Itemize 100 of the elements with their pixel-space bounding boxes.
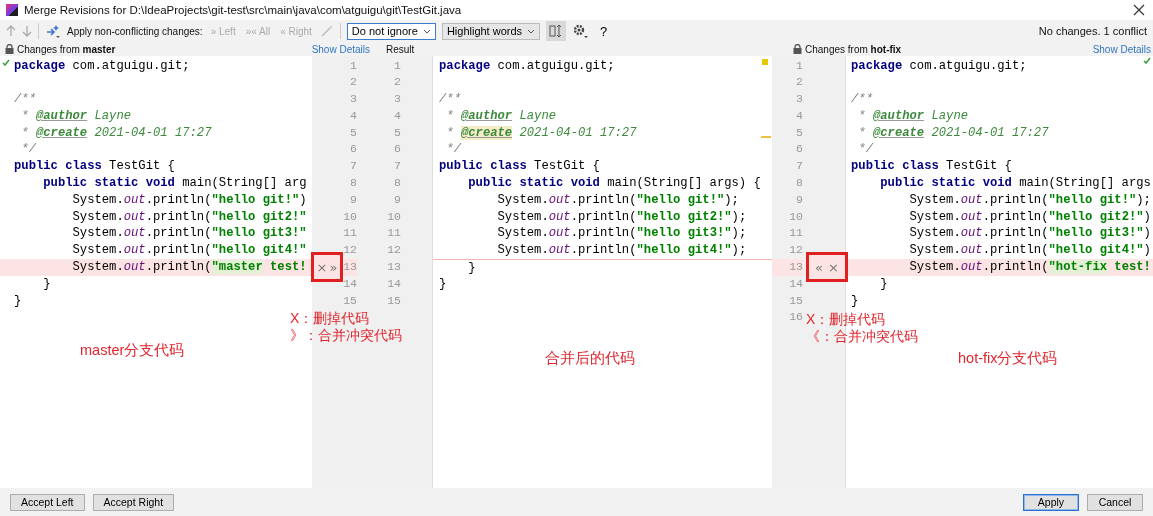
line-number: 6 <box>796 142 803 156</box>
help-button[interactable]: ? <box>594 23 614 39</box>
code-line: } <box>879 276 888 291</box>
line-number: 1 <box>796 58 803 72</box>
line-number: 6 <box>394 142 401 156</box>
code-line: System.out.println("hello git!"); <box>908 192 1151 207</box>
line-number: 15 <box>387 293 401 307</box>
close-icon[interactable] <box>1133 4 1145 16</box>
code-line: /** <box>439 92 461 107</box>
status-text: No changes. 1 conflict <box>1038 25 1147 37</box>
apply-change-button[interactable]: » <box>329 260 338 274</box>
line-number: 9 <box>796 192 803 206</box>
code-line: System.out.println("hello git3!") <box>908 226 1151 241</box>
reject-change-button[interactable]: × <box>316 260 328 274</box>
line-number: 8 <box>350 176 357 190</box>
annotation-text: 《：合并冲突代码 <box>806 328 918 345</box>
annotation-text: 》：合并冲突代码 <box>290 327 402 344</box>
line-number: 5 <box>394 125 401 139</box>
sync-scroll-toggle[interactable] <box>546 21 567 41</box>
code-line: System.out.println("hello git4!"); <box>496 243 747 258</box>
line-number: 11 <box>387 226 401 240</box>
magic-resolve-icon[interactable] <box>45 23 61 39</box>
accept-button[interactable]: Accept Right <box>92 493 175 511</box>
caret-icon <box>422 28 431 34</box>
arrow-down-icon[interactable] <box>22 25 32 37</box>
line-number: 10 <box>789 209 803 223</box>
line-number: 9 <box>350 192 357 206</box>
line-number: 2 <box>796 75 803 89</box>
code-line: System.out.println("hello git!") <box>71 192 307 207</box>
code-line: public class TestGit { <box>851 159 1012 174</box>
code-line: */ <box>20 142 36 157</box>
line-number: 1 <box>350 58 357 72</box>
line-number: 15 <box>343 293 357 307</box>
code-line: * @create 2021-04-01 17:27 <box>20 125 212 140</box>
code-line: package com.atguigu.git; <box>439 58 615 73</box>
reject-change-button[interactable]: × <box>828 260 839 274</box>
line-number: 9 <box>394 192 401 206</box>
line-number: 3 <box>796 92 803 106</box>
pane-header: Changes from hot-fix <box>805 43 902 55</box>
line-number: 3 <box>350 92 357 106</box>
annotation-text: 合并后的代码 <box>545 350 635 367</box>
code-line: * @create 2021-04-01 17:27 <box>857 125 1049 140</box>
line-number: 16 <box>789 310 803 324</box>
line-number: 7 <box>796 159 803 173</box>
line-number: 11 <box>343 226 357 240</box>
code-line: } <box>42 276 51 291</box>
code-line: System.out.println("hello git3!" <box>71 226 307 241</box>
code-line: System.out.println("hello git4!") <box>908 243 1151 258</box>
line-number: 13 <box>343 260 357 274</box>
code-line: System.out.println("hello git2!"); <box>496 209 747 224</box>
code-line: } <box>439 276 447 291</box>
line-number: 4 <box>796 108 803 122</box>
line-number: 13 <box>789 260 803 274</box>
show-details-link[interactable]: Show Details <box>1092 43 1151 55</box>
annotation-text: X：删掉代码 <box>806 311 887 328</box>
line-number: 5 <box>350 125 357 139</box>
line-number: 2 <box>394 75 401 89</box>
line-number: 12 <box>343 243 357 257</box>
code-line: /** <box>14 92 36 107</box>
arrow-up-icon[interactable] <box>6 25 16 37</box>
apply-button[interactable]: Apply <box>1023 493 1079 511</box>
code-line: * @create 2021-04-01 17:27 <box>445 125 637 140</box>
pane-header: Changes from master <box>17 43 116 55</box>
line-number: 10 <box>343 209 357 223</box>
apply-change-button[interactable]: « <box>815 260 824 274</box>
window-title: Merge Revisions for D:\IdeaProjects\git-test\src\main\java\com\atguigu\git\TestGit.java <box>24 4 462 16</box>
code-line: System.out.println("hello git2!") <box>908 209 1151 224</box>
code-line: package com.atguigu.git; <box>851 58 1027 73</box>
code-line: } <box>467 261 476 276</box>
highlight-select[interactable]: Highlight words <box>441 22 541 40</box>
code-line: */ <box>857 142 873 157</box>
code-line: System.out.println("master test! <box>71 260 307 275</box>
code-line: package com.atguigu.git; <box>14 58 190 73</box>
change-marker <box>762 59 768 65</box>
line-number: 10 <box>387 209 401 223</box>
annotation-text: X：删掉代码 <box>290 310 371 327</box>
line-number: 12 <box>789 243 803 257</box>
code-line: public class TestGit { <box>14 159 175 174</box>
lock-icon <box>5 44 14 54</box>
line-number: 6 <box>350 142 357 156</box>
annotation-text: master分支代码 <box>80 342 185 359</box>
line-number: 1 <box>394 58 401 72</box>
show-details-link[interactable]: Show Details <box>311 43 370 55</box>
code-line: public class TestGit { <box>439 159 600 174</box>
settings-icon[interactable] <box>572 23 589 39</box>
code-line: * @author Layne <box>20 108 132 123</box>
code-line: System.out.println("hot-fix test! <box>908 260 1151 275</box>
line-number: 14 <box>343 276 357 290</box>
code-line: /** <box>851 92 873 107</box>
code-line: } <box>851 293 859 308</box>
line-number: 11 <box>789 226 803 240</box>
app-logo-icon <box>6 4 18 16</box>
accept-button[interactable]: Accept Left <box>10 493 85 511</box>
code-line: System.out.println("hello git2!" <box>71 209 307 224</box>
apply-label: Apply non-conflicting changes: <box>67 25 203 37</box>
ignore-select[interactable]: Do not ignore <box>346 22 436 40</box>
line-number: 12 <box>387 243 401 257</box>
code-line: */ <box>445 142 461 157</box>
cancel-button[interactable]: Cancel <box>1087 493 1143 511</box>
line-number: 14 <box>789 276 803 290</box>
